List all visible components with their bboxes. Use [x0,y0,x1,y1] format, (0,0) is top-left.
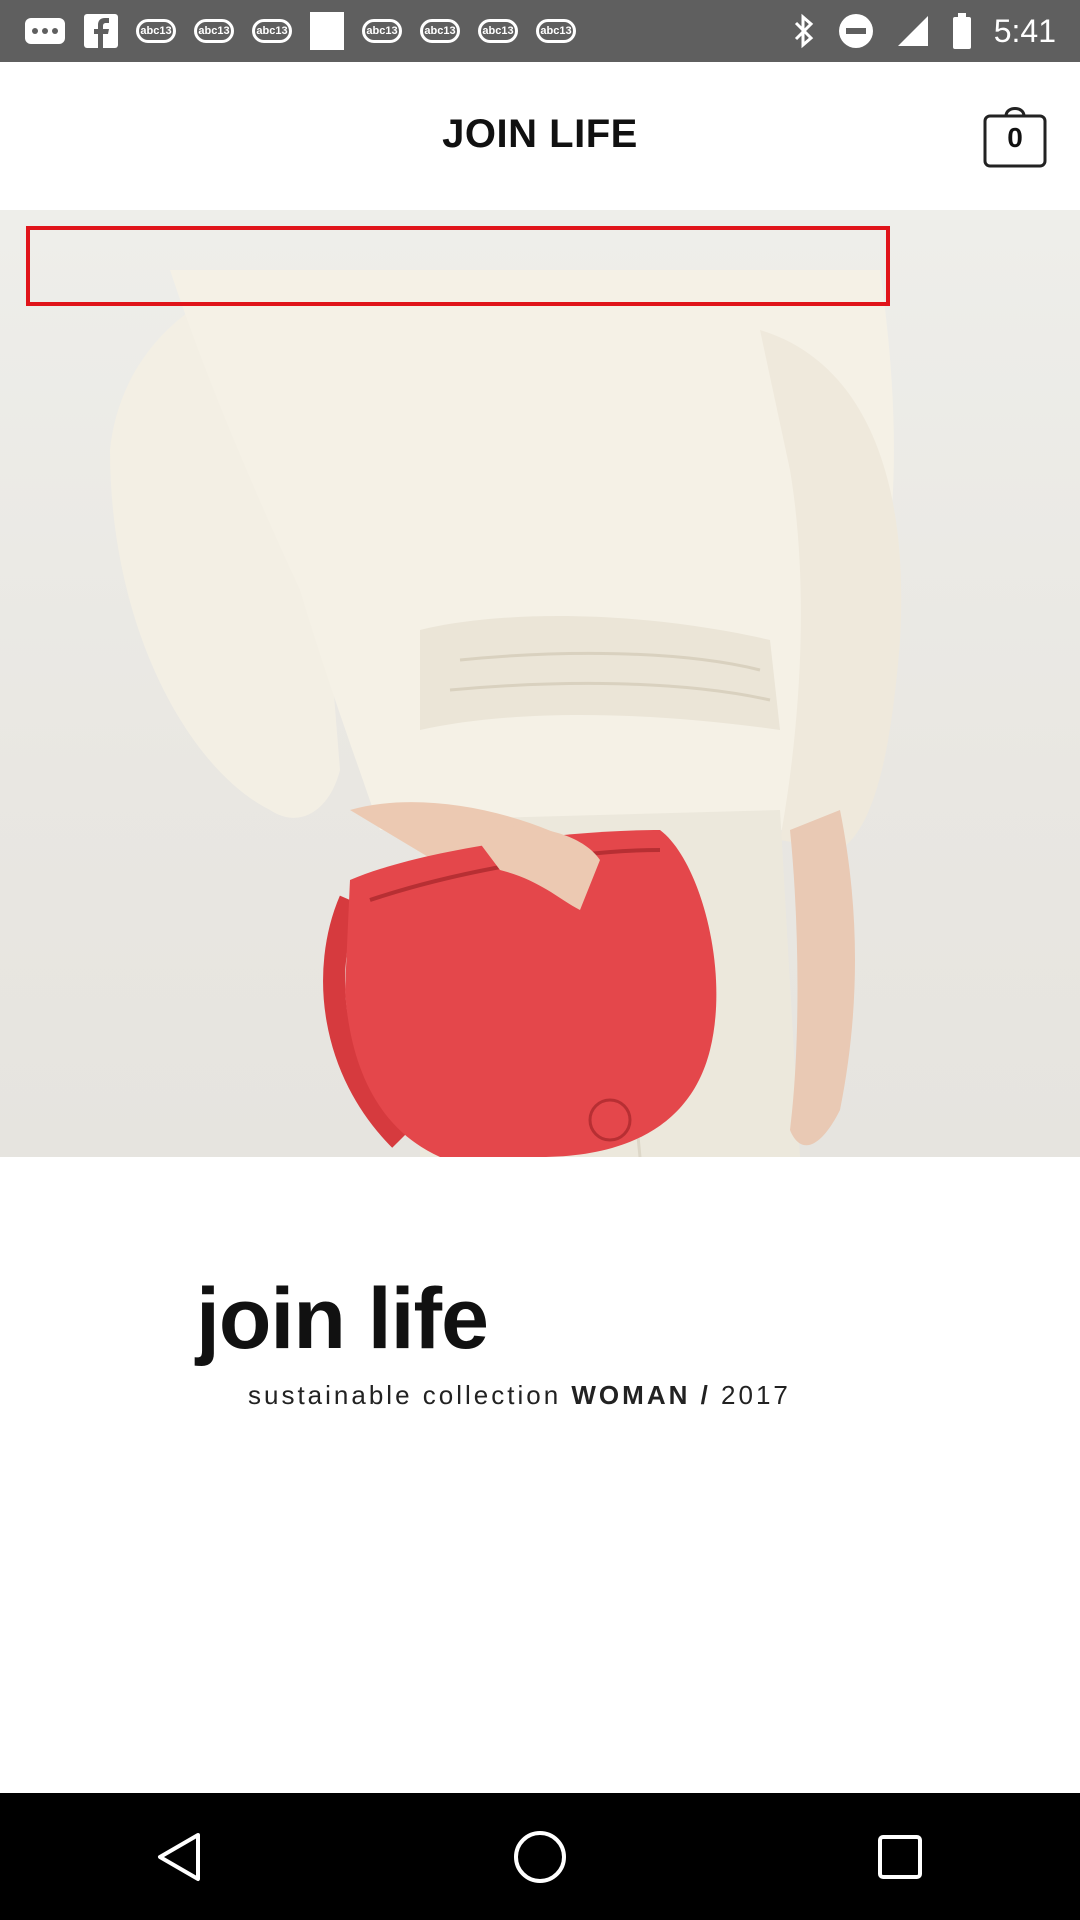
clock: 5:41 [993,12,1056,49]
abc13-icon: abc13 [420,19,460,43]
do-not-disturb-icon [838,13,874,49]
recents-icon [878,1834,922,1879]
navigation-bar [0,1793,1080,1920]
back-button[interactable] [120,1797,240,1917]
subtitle-prefix: sustainable collection [248,1380,562,1410]
abc13-icon: abc13 [478,19,518,43]
model-photo [110,270,902,1157]
back-icon [158,1832,200,1881]
bluetooth-icon [792,13,816,49]
page-title: JOIN LIFE [442,112,638,156]
subtitle-year: 2017 [721,1380,791,1410]
abc13-icon: abc13 [362,19,402,43]
shopping-bag-button[interactable]: 0 [982,102,1048,168]
abc13-icon: abc13 [136,19,176,43]
facebook-icon [84,14,118,48]
subtitle-category: WOMAN / [571,1380,711,1410]
hero-image[interactable] [0,210,1080,1157]
app-header: JOIN LIFE 0 [0,62,1080,210]
square-icon [310,12,344,50]
collection-title: join life [196,1271,489,1367]
collection-subtitle: sustainable collection WOMAN / 2017 [248,1380,791,1411]
notification-icons: abc13 abc13 abc13 abc13 abc13 abc13 abc1… [24,12,576,50]
cart-count: 0 [1007,122,1023,153]
status-bar: abc13 abc13 abc13 abc13 abc13 abc13 abc1… [0,0,1080,62]
abc13-icon: abc13 [252,19,292,43]
home-button[interactable] [480,1797,600,1917]
abc13-icon: abc13 [536,19,576,43]
abc13-icon: abc13 [194,19,234,43]
more-icon [24,17,66,45]
system-icons: 5:41 [792,13,1056,50]
recents-button[interactable] [840,1797,960,1917]
highlight-box [26,226,890,306]
home-icon [514,1830,566,1883]
battery-icon [952,13,972,49]
signal-icon [896,14,930,48]
